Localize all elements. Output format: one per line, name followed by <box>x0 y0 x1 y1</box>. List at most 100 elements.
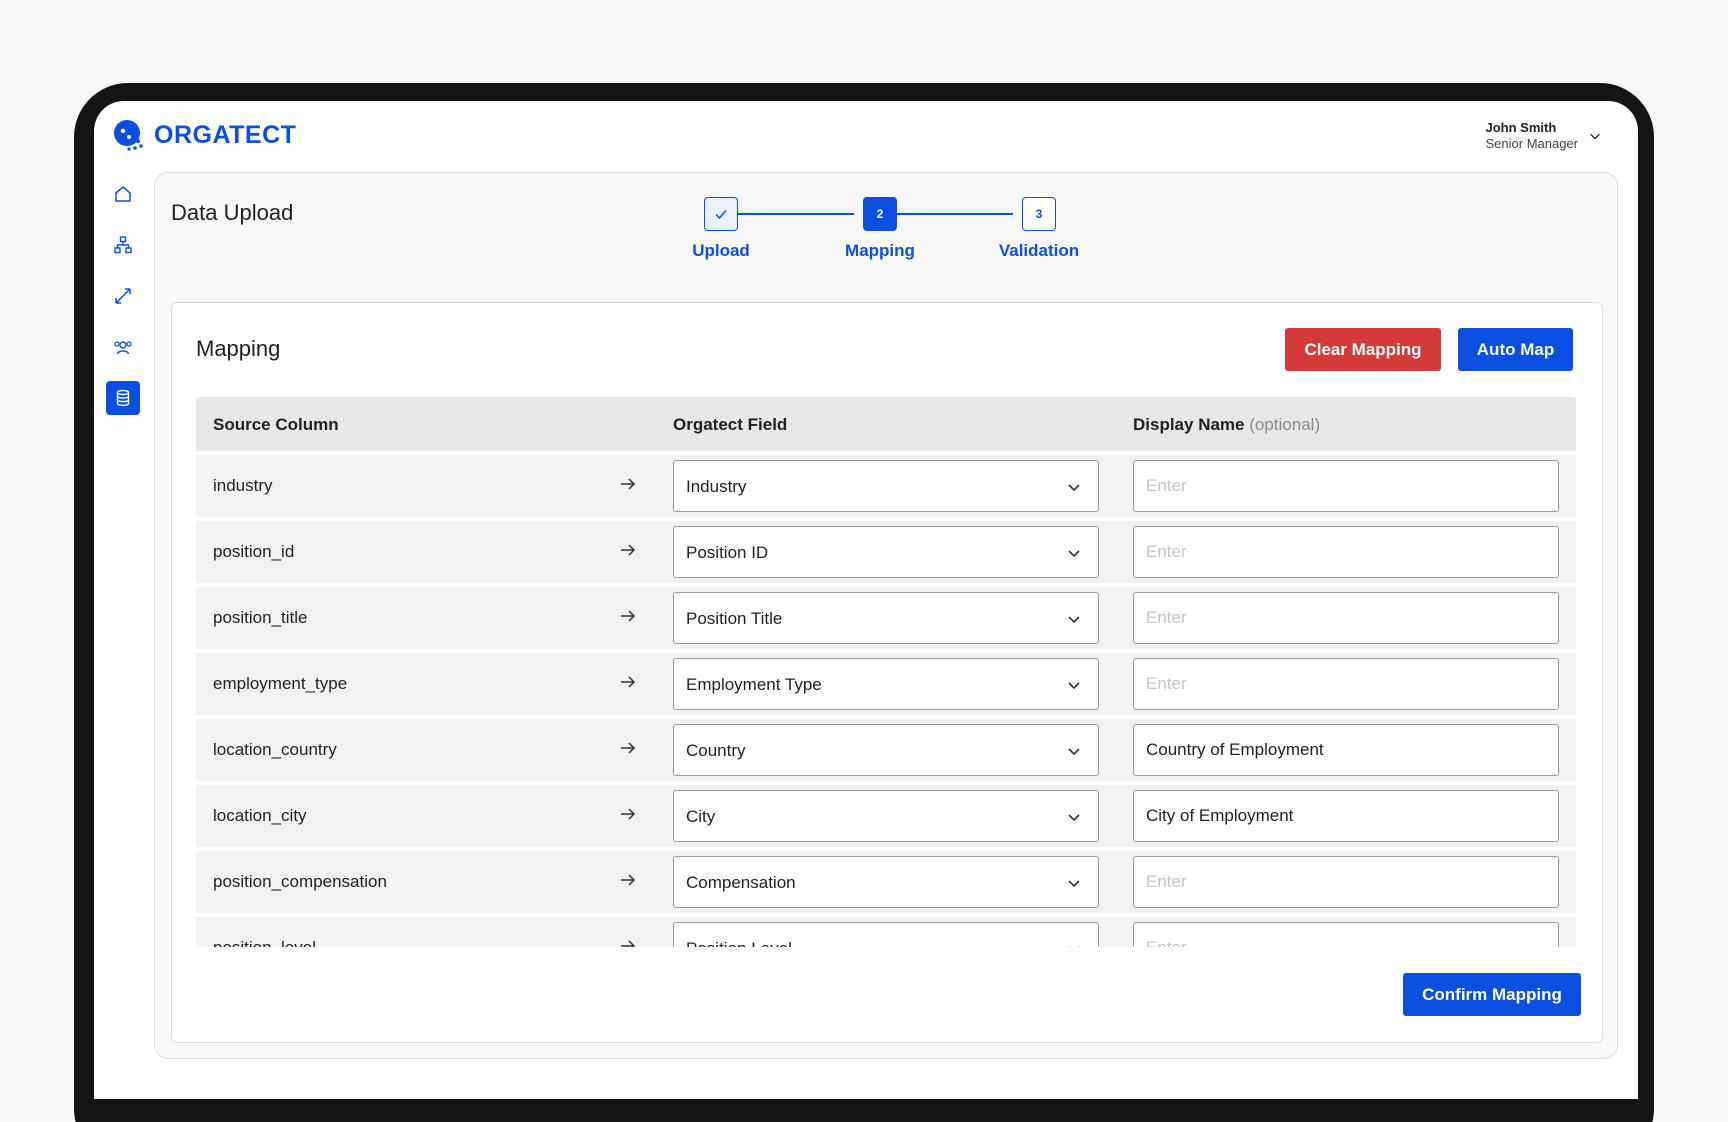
page-title: Data Upload <box>171 200 294 225</box>
selected-field-value: City <box>686 807 716 826</box>
step-mapping-indicator[interactable]: 2 <box>863 197 897 231</box>
chevron-down-icon <box>1068 550 1080 558</box>
sidebar-item-transfers[interactable] <box>106 279 140 313</box>
column-header-display: Display Name (optional) <box>1133 415 1320 435</box>
display-name-input[interactable] <box>1133 724 1559 776</box>
source-column-name: position_compensation <box>213 872 387 891</box>
chevron-down-icon <box>1068 814 1080 822</box>
arrow-right-icon <box>621 676 636 688</box>
brand-logo[interactable]: ORGATECT <box>112 118 296 152</box>
chevron-down-icon <box>1069 946 1079 947</box>
home-icon <box>115 186 131 202</box>
chevron-down-icon <box>1068 748 1080 756</box>
table-header: Source Column Orgatect Field Display Nam… <box>196 397 1576 451</box>
org-chart-icon <box>114 236 132 254</box>
database-icon <box>116 389 130 407</box>
table-row: employment_type Employment Type <box>196 653 1576 715</box>
mapping-table: Source Column Orgatect Field Display Nam… <box>196 397 1576 947</box>
display-name-input[interactable] <box>1133 460 1559 512</box>
step-upload-indicator[interactable] <box>704 197 738 231</box>
user-role: Senior Manager <box>1485 136 1579 151</box>
column-header-source: Source Column <box>213 415 339 434</box>
sidebar-item-data[interactable] <box>106 381 140 415</box>
orgatect-field-select[interactable]: Position Level <box>673 922 1099 947</box>
checkmark-icon <box>715 210 727 220</box>
laptop-bezel-bottom <box>94 1099 1638 1122</box>
arrow-right-icon <box>621 808 636 820</box>
stepper-connector <box>729 213 854 215</box>
selected-field-value: Country <box>686 741 746 760</box>
people-icon <box>114 341 132 355</box>
table-row: position_level Position Level <box>196 917 1576 947</box>
display-name-input[interactable] <box>1133 592 1559 644</box>
stepper-connector <box>888 213 1013 215</box>
orgatect-field-select[interactable]: Compensation <box>673 856 1099 908</box>
column-header-field: Orgatect Field <box>673 415 788 434</box>
upload-stepper: 2 3 Upload Mapping Validation <box>675 197 1079 267</box>
orgatect-field-select[interactable]: City <box>673 790 1099 842</box>
chevron-down-icon[interactable] <box>1588 129 1602 143</box>
source-column-name: position_level <box>213 938 316 947</box>
orgatect-field-select[interactable]: Position Title <box>673 592 1099 644</box>
chevron-down-icon <box>1068 682 1080 690</box>
mapping-card: Mapping Clear Mapping Auto Map Source Co… <box>171 302 1603 1043</box>
orgatect-logo-icon <box>114 120 143 151</box>
arrow-right-icon <box>621 940 636 947</box>
source-column-name: position_id <box>213 542 295 561</box>
orgatect-field-select[interactable]: Country <box>673 724 1099 776</box>
optional-hint: (optional) <box>1249 415 1321 434</box>
chevron-down-icon <box>1068 880 1080 888</box>
sidebar-item-home[interactable] <box>106 177 140 211</box>
table-row: position_compensation Compensation <box>196 851 1576 913</box>
selected-field-value: Industry <box>686 477 747 496</box>
data-upload-panel: Data Upload 2 3 Upload Mapping Validatio… <box>154 172 1618 1059</box>
sidebar-nav <box>106 177 142 432</box>
selected-field-value: Position Title <box>686 609 783 628</box>
selected-field-value: Compensation <box>686 873 796 892</box>
arrow-right-icon <box>621 478 636 490</box>
sidebar-item-people[interactable] <box>106 330 140 364</box>
step-mapping-label[interactable]: Mapping <box>820 241 940 261</box>
sidebar-item-org-structure[interactable] <box>106 228 140 262</box>
chevron-down-icon <box>1068 484 1080 492</box>
table-row: location_country Country <box>196 719 1576 781</box>
arrow-right-icon <box>621 742 636 754</box>
user-menu[interactable]: John Smith Senior Manager <box>1486 120 1603 151</box>
clear-mapping-button[interactable]: Clear Mapping <box>1285 328 1441 371</box>
table-row: position_title Position Title <box>196 587 1576 649</box>
display-name-input[interactable] <box>1133 856 1559 908</box>
selected-field-value: Employment Type <box>686 675 822 694</box>
orgatect-field-select[interactable]: Industry <box>673 460 1099 512</box>
display-name-input[interactable] <box>1133 790 1559 842</box>
table-row: industry Industry <box>196 455 1576 517</box>
display-name-input[interactable] <box>1133 658 1559 710</box>
display-name-input[interactable] <box>1133 526 1559 578</box>
table-row: position_id Position ID <box>196 521 1576 583</box>
arrow-right-icon <box>621 874 636 886</box>
chevron-down-icon <box>1068 616 1080 624</box>
source-column-name: location_country <box>213 740 337 759</box>
app-window: ORGATECT John Smith Senior Manager Data … <box>94 101 1638 1099</box>
step-validation-indicator[interactable]: 3 <box>1022 197 1056 231</box>
user-info: John Smith Senior Manager <box>1486 120 1579 151</box>
brand-name: ORGATECT <box>154 120 297 149</box>
arrow-right-icon <box>621 610 636 622</box>
transfer-icon <box>115 288 131 304</box>
selected-field-value: Position Level <box>686 939 792 947</box>
step-upload-label[interactable]: Upload <box>661 241 781 261</box>
source-column-name: employment_type <box>213 674 348 693</box>
table-row: location_city City <box>196 785 1576 847</box>
auto-map-button[interactable]: Auto Map <box>1458 328 1573 371</box>
source-column-name: position_title <box>213 608 308 627</box>
display-name-label: Display Name <box>1133 415 1245 434</box>
step-validation-label[interactable]: Validation <box>979 241 1099 261</box>
source-column-name: location_city <box>213 806 307 825</box>
selected-field-value: Position ID <box>686 543 769 562</box>
confirm-mapping-button[interactable]: Confirm Mapping <box>1403 973 1581 1016</box>
arrow-right-icon <box>621 544 636 556</box>
orgatect-field-select[interactable]: Employment Type <box>673 658 1099 710</box>
source-column-name: industry <box>213 476 273 495</box>
orgatect-field-select[interactable]: Position ID <box>673 526 1099 578</box>
display-name-input[interactable] <box>1133 922 1559 947</box>
user-name: John Smith <box>1485 120 1557 135</box>
